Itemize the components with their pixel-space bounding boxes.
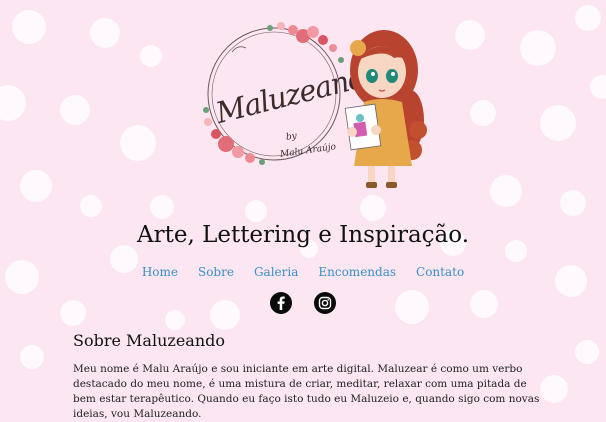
top-flowers [267,22,344,63]
site-logo[interactable]: Maluzeando by Malu Araújo [190,4,440,194]
site-tagline: Arte, Lettering e Inspiração. [136,222,470,248]
social-links [0,292,606,314]
nav-sobre[interactable]: Sobre [198,265,234,279]
nav-galeria[interactable]: Galeria [254,265,298,279]
nav-home[interactable]: Home [142,265,178,279]
character-illustration [344,30,427,188]
instagram-icon[interactable] [314,292,336,314]
main-navigation: Home Sobre Galeria Encomendas Contato [0,265,606,279]
about-paragraph: Meu nome é Malu Araújo e sou iniciante e… [73,363,540,420]
about-heading: Sobre Maluzeando [73,331,225,350]
nav-encomendas[interactable]: Encomendas [318,265,396,279]
nav-contato[interactable]: Contato [416,265,464,279]
logo-by-text: by [285,131,298,143]
facebook-icon[interactable] [270,292,292,314]
